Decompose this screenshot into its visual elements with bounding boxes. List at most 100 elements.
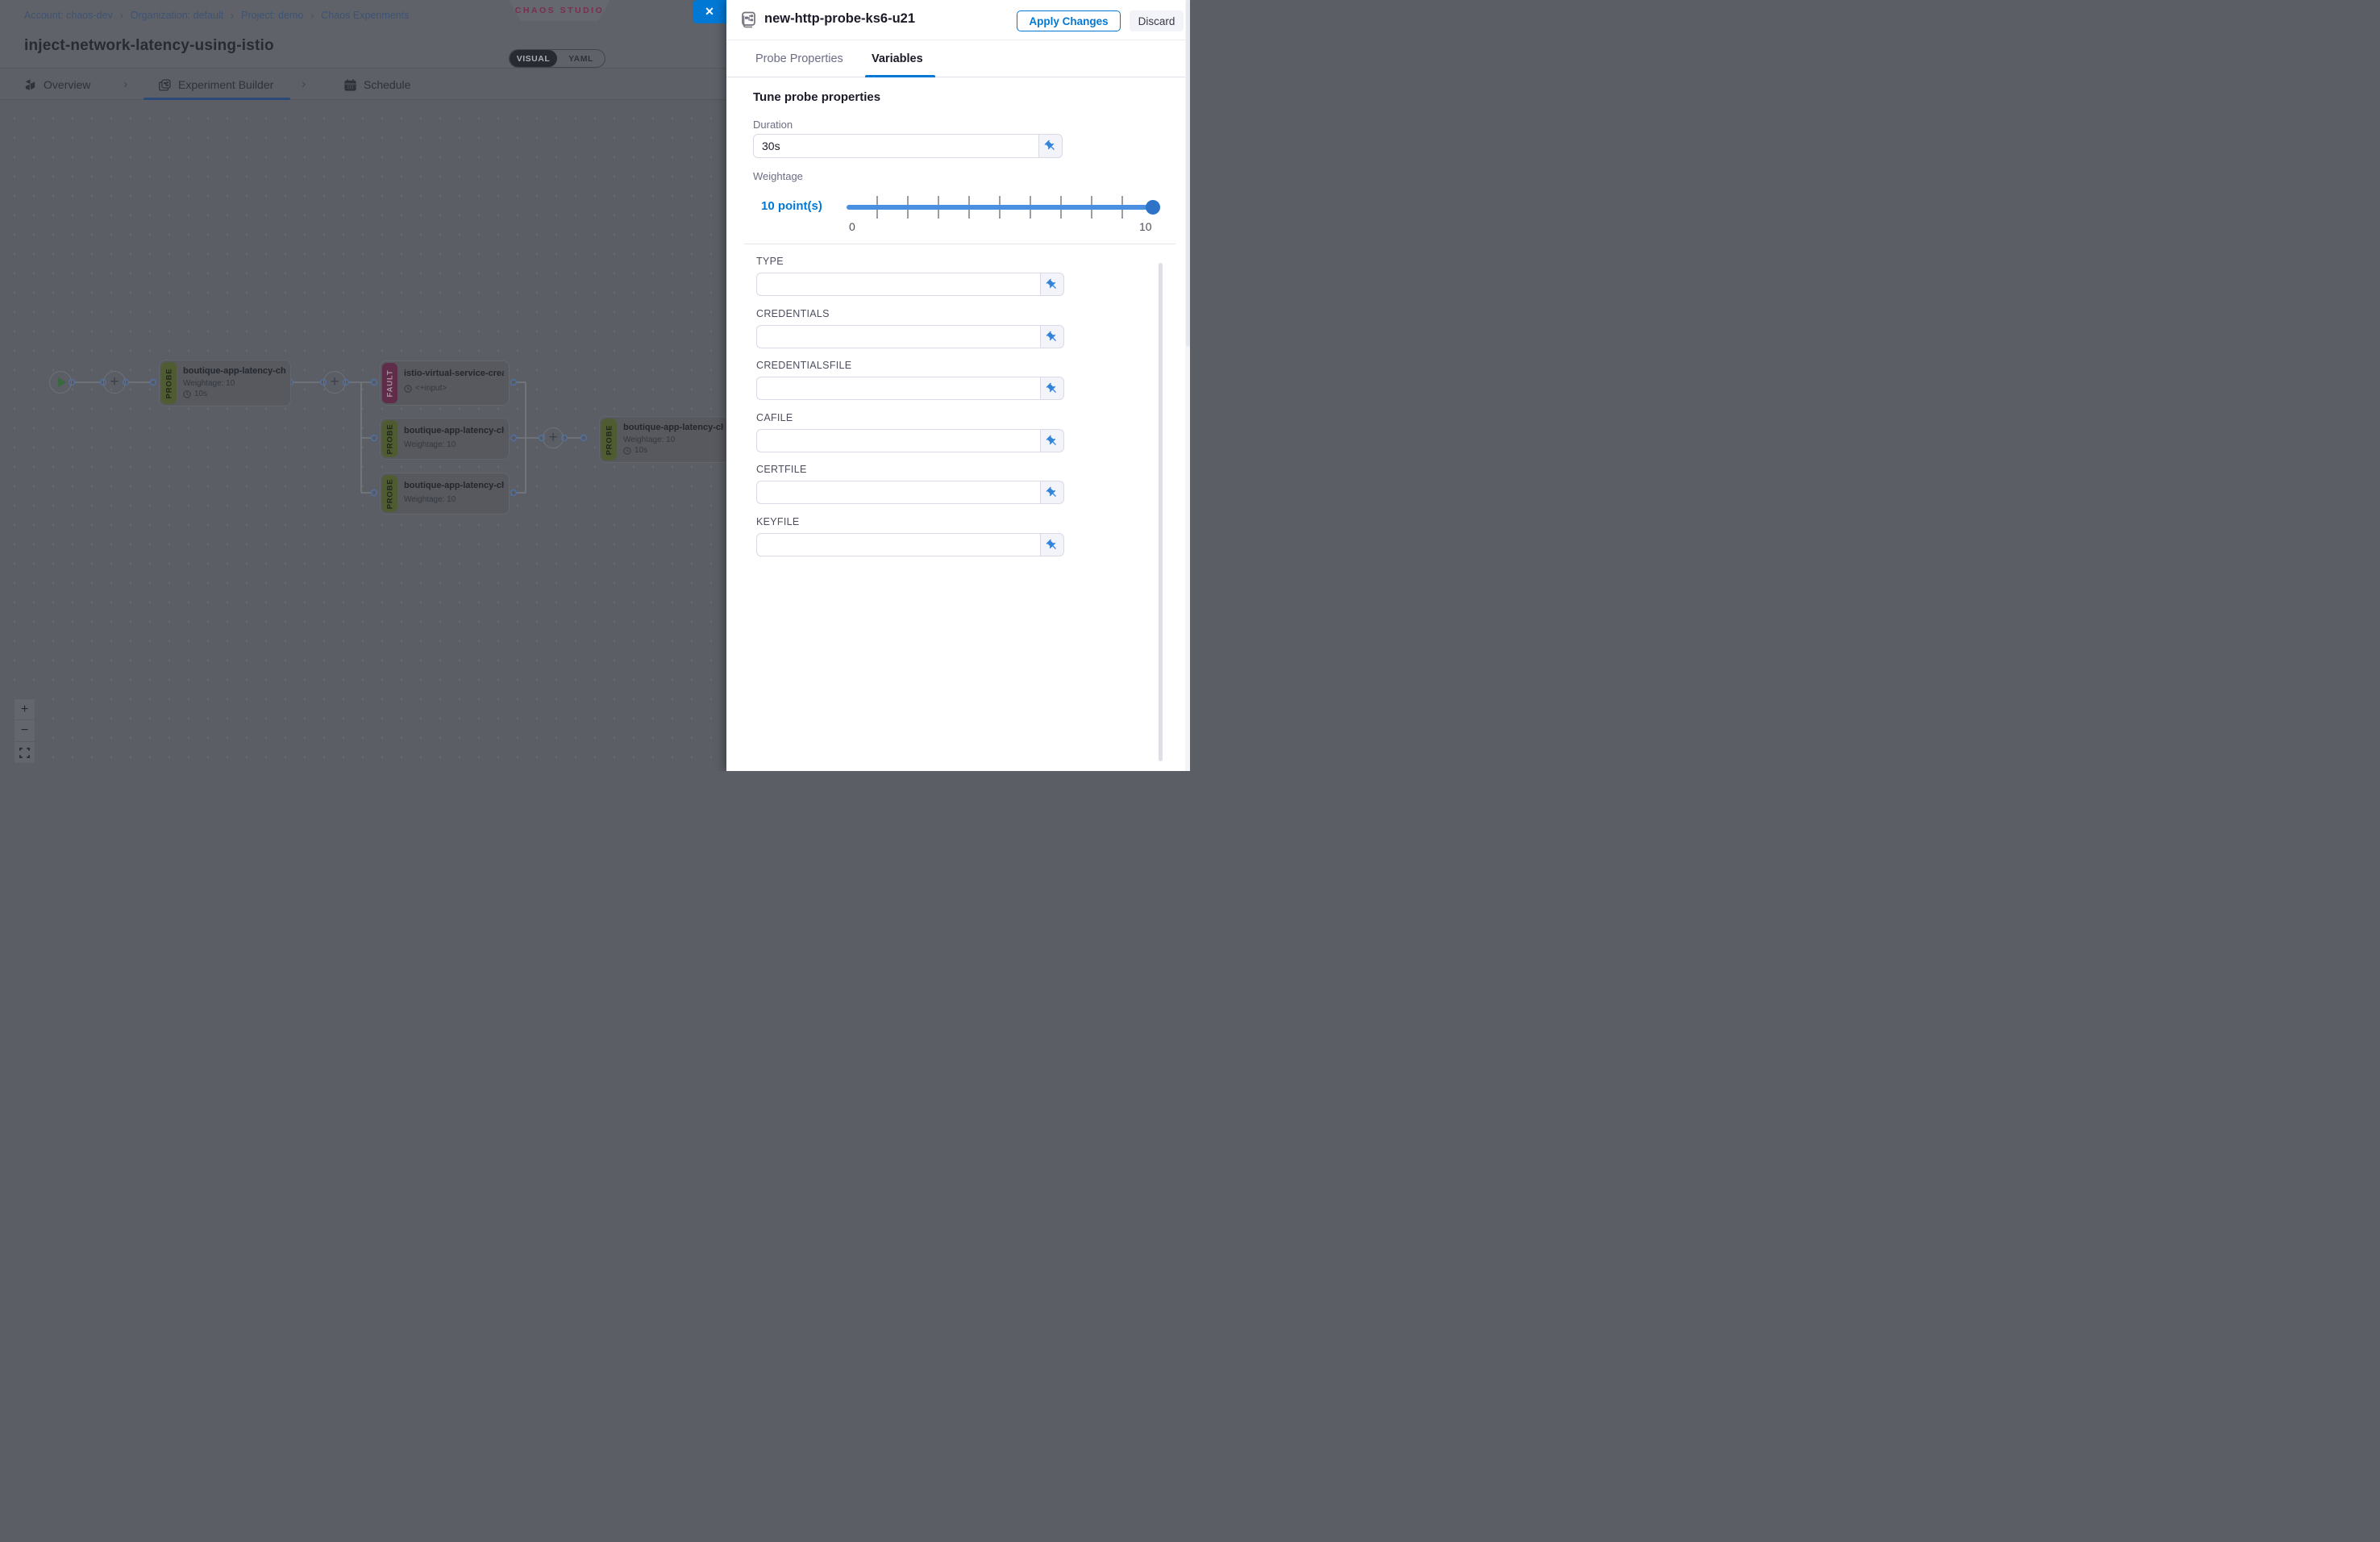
- pin-icon: [1044, 140, 1057, 152]
- pin-icon: [1046, 486, 1059, 499]
- apply-changes-button[interactable]: Apply Changes: [1017, 10, 1121, 31]
- drawer-header: new-http-probe-ks6-u21 Apply Changes Dis…: [726, 0, 1190, 40]
- add-node-button[interactable]: +: [103, 371, 126, 394]
- zoom-in-button[interactable]: +: [14, 698, 35, 720]
- tab-schedule[interactable]: Schedule: [343, 69, 410, 101]
- clock-icon: [623, 447, 631, 455]
- page-title: inject-network-latency-using-istio: [24, 37, 274, 55]
- clock-icon: [183, 390, 191, 398]
- probe-icon: [739, 10, 758, 30]
- slider-handle[interactable]: [1146, 200, 1160, 215]
- breadcrumb-project[interactable]: Project: demo: [241, 10, 303, 21]
- type-input[interactable]: [756, 273, 1040, 296]
- probe-node-card[interactable]: PROBE boutique-app-latency-ch... Weighta…: [599, 416, 726, 463]
- weightage-slider[interactable]: [847, 194, 1153, 221]
- expand-icon: [19, 748, 30, 758]
- drawer-scrollbar-thumb[interactable]: [1186, 0, 1190, 347]
- variable-field-group: [756, 273, 1064, 296]
- variable-label-type: TYPE: [756, 256, 784, 267]
- tab-overview-label: Overview: [44, 78, 90, 91]
- probe-node-card[interactable]: PROBE boutique-app-latency-ch... Weighta…: [380, 473, 510, 515]
- pin-button[interactable]: [1040, 429, 1064, 452]
- active-tab-underline: [865, 75, 935, 77]
- variable-label-certfile: CERTFILE: [756, 464, 807, 475]
- breadcrumb-separator: ›: [310, 10, 314, 21]
- toggle-visual[interactable]: VISUAL: [510, 50, 557, 67]
- cafile-input[interactable]: [756, 429, 1040, 452]
- page-header: Account: chaos-dev › Organization: defau…: [0, 0, 726, 68]
- pin-button[interactable]: [1040, 325, 1064, 348]
- breadcrumb-organization[interactable]: Organization: default: [131, 10, 223, 21]
- experiment-nav-tabs: Overview › Experiment Builder ›: [0, 68, 726, 100]
- keyfile-input[interactable]: [756, 533, 1040, 556]
- toggle-yaml[interactable]: YAML: [557, 50, 605, 67]
- probe-config-drawer: new-http-probe-ks6-u21 Apply Changes Dis…: [726, 0, 1190, 771]
- pin-button[interactable]: [1040, 481, 1064, 504]
- breadcrumb-separator: ›: [231, 10, 234, 21]
- credentials-input[interactable]: [756, 325, 1040, 348]
- node-title: boutique-app-latency-ch...: [404, 481, 504, 490]
- breadcrumb: Account: chaos-dev › Organization: defau…: [24, 10, 409, 21]
- plus-icon: +: [21, 702, 28, 717]
- probe-badge: PROBE: [601, 419, 617, 461]
- node-title: boutique-app-latency-ch...: [404, 426, 504, 436]
- tab-variables[interactable]: Variables: [872, 40, 923, 77]
- probe-node-card[interactable]: PROBE boutique-app-latency-ch... Weighta…: [159, 360, 291, 406]
- overview-icon: [23, 78, 37, 92]
- close-drawer-button[interactable]: ✕: [693, 0, 726, 23]
- variable-label-credentials: CREDENTIALS: [756, 308, 830, 319]
- experiment-canvas-region: Account: chaos-dev › Organization: defau…: [0, 0, 726, 771]
- node-weightage: Weightage: 10: [404, 440, 504, 449]
- probe-node-card[interactable]: PROBE boutique-app-latency-ch... Weighta…: [380, 418, 510, 460]
- probe-badge: PROBE: [382, 475, 397, 512]
- experiment-builder-canvas[interactable]: + + + PROBE boutique-app-latency-ch... W…: [0, 101, 726, 771]
- fit-view-button[interactable]: [14, 742, 35, 764]
- add-node-button[interactable]: +: [323, 371, 346, 394]
- slider-track[interactable]: [847, 205, 1153, 210]
- active-tab-underline: [144, 98, 290, 100]
- variable-field-group: [756, 533, 1064, 556]
- node-duration: 10s: [194, 390, 207, 398]
- play-icon: [58, 377, 66, 387]
- tab-experiment-builder-label: Experiment Builder: [178, 78, 273, 91]
- tab-schedule-label: Schedule: [364, 78, 410, 91]
- probe-badge: PROBE: [161, 362, 177, 404]
- certfile-input[interactable]: [756, 481, 1040, 504]
- pin-button[interactable]: [1040, 377, 1064, 400]
- variable-field-group: [756, 481, 1064, 504]
- tab-experiment-builder[interactable]: Experiment Builder: [158, 69, 273, 101]
- variables-scrollbar[interactable]: [1159, 263, 1163, 761]
- probe-badge: PROBE: [382, 420, 397, 457]
- node-weightage: Weightage: 10: [404, 495, 504, 504]
- clock-icon: [404, 385, 412, 393]
- duration-input[interactable]: [753, 134, 1038, 158]
- pin-button[interactable]: [1040, 273, 1064, 296]
- variable-label-credentialsfile: CREDENTIALSFILE: [756, 360, 851, 371]
- add-node-button[interactable]: +: [543, 427, 564, 448]
- weightage-value: 10 point(s): [761, 199, 822, 213]
- pin-button[interactable]: [1040, 533, 1064, 556]
- zoom-out-button[interactable]: −: [14, 720, 35, 742]
- pin-button[interactable]: [1038, 134, 1063, 158]
- node-weightage: Weightage: 10: [183, 379, 285, 388]
- variable-field-group: [756, 429, 1064, 452]
- tab-probe-properties[interactable]: Probe Properties: [755, 40, 843, 77]
- chevron-right-icon: ›: [302, 69, 306, 101]
- weightage-label: Weightage: [753, 170, 803, 182]
- breadcrumb-chaos-experiments[interactable]: Chaos Experiments: [321, 10, 409, 21]
- node-weightage: Weightage: 10: [623, 436, 723, 444]
- start-node[interactable]: [49, 371, 72, 394]
- duration-label: Duration: [753, 119, 793, 131]
- credentialsfile-input[interactable]: [756, 377, 1040, 400]
- slider-max-label: 10: [1139, 220, 1152, 233]
- breadcrumb-account[interactable]: Account: chaos-dev: [24, 10, 113, 21]
- pin-icon: [1046, 539, 1059, 552]
- variable-field-group: [756, 325, 1064, 348]
- discard-button[interactable]: Discard: [1130, 10, 1184, 31]
- plus-icon: +: [548, 430, 557, 445]
- chaos-studio-app: Account: chaos-dev › Organization: defau…: [0, 0, 1190, 771]
- tab-overview[interactable]: Overview: [23, 69, 90, 101]
- node-title: istio-virtual-service-crea...: [404, 369, 504, 378]
- fault-node-card[interactable]: FAULT istio-virtual-service-crea... <+in…: [380, 360, 510, 406]
- fault-badge: FAULT: [382, 363, 397, 403]
